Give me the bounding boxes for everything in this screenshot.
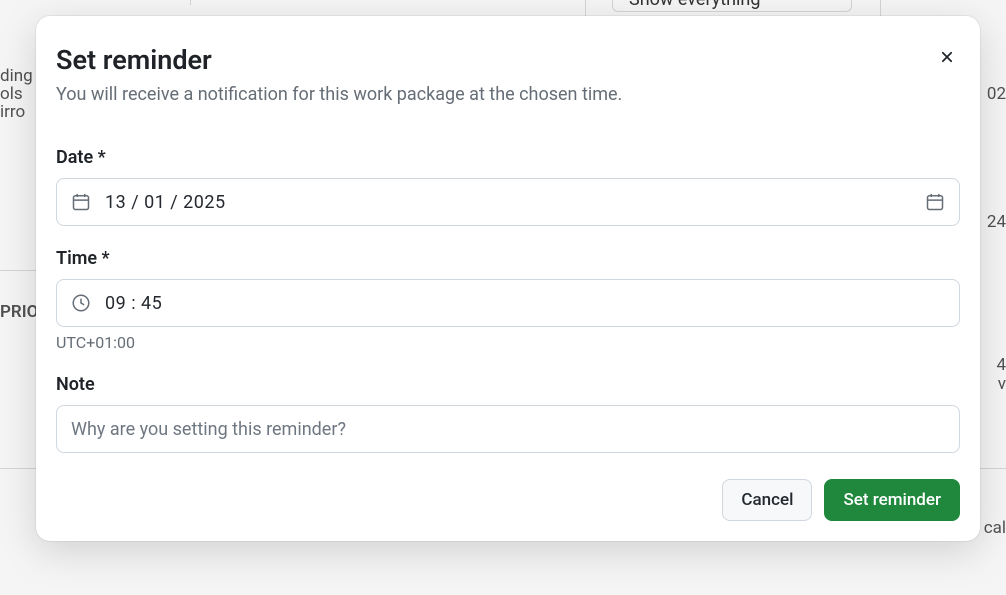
- clock-icon: [71, 293, 91, 313]
- modal-footer: Cancel Set reminder: [56, 479, 960, 521]
- calendar-icon: [71, 192, 91, 212]
- set-reminder-modal: Set reminder You will receive a notifica…: [36, 16, 980, 541]
- date-value: 13 / 01 / 2025: [105, 192, 925, 213]
- note-input-wrap[interactable]: [56, 405, 960, 453]
- note-field-group: Note: [56, 374, 960, 453]
- modal-subtitle: You will receive a notification for this…: [56, 82, 960, 107]
- cancel-button[interactable]: Cancel: [722, 479, 812, 521]
- calendar-picker-icon[interactable]: [925, 192, 945, 212]
- time-label: Time *: [56, 248, 960, 269]
- date-field-group: Date * 13 / 01 / 2025: [56, 147, 960, 226]
- time-value: 09 : 45: [105, 293, 945, 314]
- modal-header: Set reminder: [56, 44, 960, 82]
- time-field-group: Time * 09 : 45 UTC+01:00: [56, 248, 960, 352]
- date-label: Date *: [56, 147, 960, 168]
- time-input[interactable]: 09 : 45: [56, 279, 960, 327]
- close-icon: [938, 48, 956, 66]
- set-reminder-button[interactable]: Set reminder: [824, 479, 960, 521]
- note-input[interactable]: [71, 419, 945, 440]
- date-input[interactable]: 13 / 01 / 2025: [56, 178, 960, 226]
- close-button[interactable]: [934, 44, 960, 74]
- note-label: Note: [56, 374, 960, 395]
- timezone-text: UTC+01:00: [56, 333, 960, 352]
- modal-title: Set reminder: [56, 44, 212, 76]
